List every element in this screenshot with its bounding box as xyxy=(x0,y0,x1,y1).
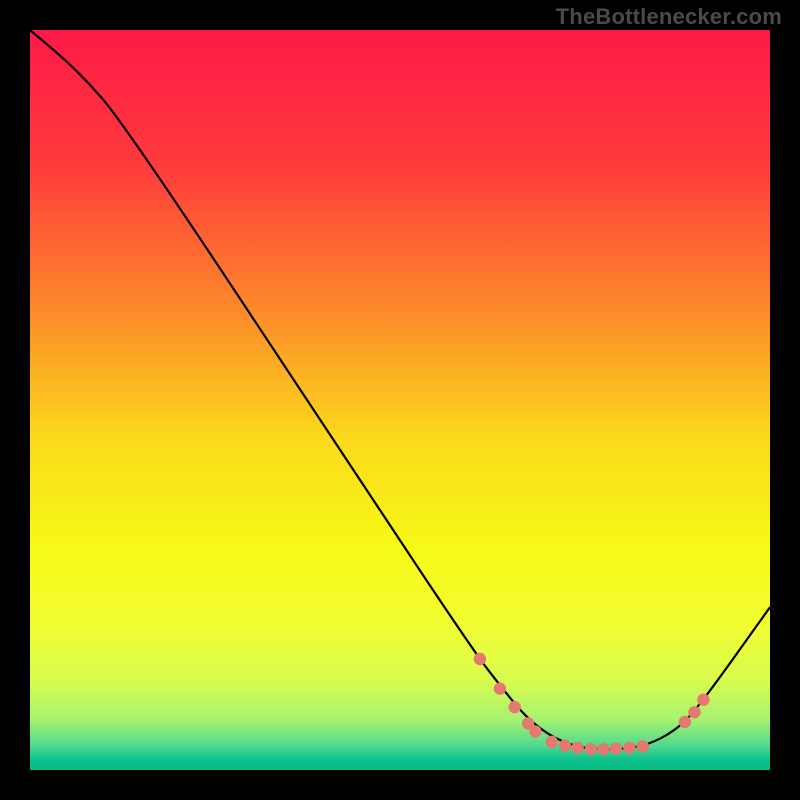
marker-dot xyxy=(610,742,622,754)
marker-dot xyxy=(571,742,583,754)
marker-dot xyxy=(509,701,521,713)
marker-dot xyxy=(688,706,700,718)
marker-dot xyxy=(559,739,571,751)
marker-dot xyxy=(546,736,558,748)
chart-stage: TheBottlenecker.com xyxy=(0,0,800,800)
marker-dot xyxy=(697,694,709,706)
marker-dot xyxy=(529,725,541,737)
marker-dot xyxy=(494,682,506,694)
marker-dot xyxy=(637,740,649,752)
marker-dot xyxy=(597,743,609,755)
marker-dot xyxy=(623,742,635,754)
chart-svg xyxy=(30,30,770,770)
marker-dot xyxy=(474,653,486,665)
marker-dot xyxy=(679,716,691,728)
plot-area xyxy=(30,30,770,770)
gradient-background xyxy=(30,30,770,770)
marker-dot xyxy=(585,743,597,755)
watermark-text: TheBottlenecker.com xyxy=(556,4,782,30)
